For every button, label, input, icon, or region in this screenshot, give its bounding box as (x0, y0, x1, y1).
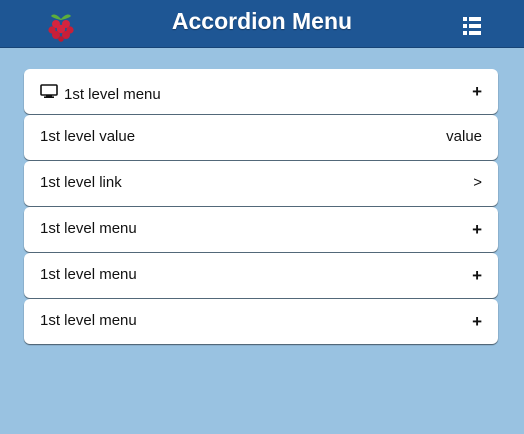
menu-item-label: 1st level value (40, 128, 136, 145)
expand-indicator: + (472, 220, 482, 239)
menu-item-4[interactable]: 1st level menu + (24, 207, 498, 252)
menu-item-5[interactable]: 1st level menu + (24, 253, 498, 298)
menu-item-label: 1st level menu (64, 86, 161, 103)
menu-item-value-text: value (446, 128, 482, 145)
menu-item-label: 1st level menu (40, 312, 137, 329)
expand-indicator: + (472, 266, 482, 285)
menu-item-label: 1st level menu (40, 220, 137, 237)
menu-item-label: 1st level menu (40, 266, 137, 283)
monitor-icon (40, 84, 58, 98)
menu-item-label: 1st level link (40, 174, 122, 191)
menu-item-6[interactable]: 1st level menu + (24, 299, 498, 344)
app-header: Accordion Menu (0, 0, 524, 48)
page-title: Accordion Menu (171, 8, 353, 34)
menu-item-link[interactable]: 1st level link > (24, 161, 498, 206)
expand-indicator: + (472, 82, 482, 101)
menu-item-1[interactable]: 1st level menu + (24, 69, 498, 114)
list-icon[interactable] (461, 16, 483, 36)
accordion-menu: 1st level menu + 1st level value value 1… (24, 69, 498, 345)
expand-indicator: + (472, 312, 482, 331)
link-indicator: > (473, 174, 482, 191)
menu-item-value[interactable]: 1st level value value (24, 115, 498, 160)
